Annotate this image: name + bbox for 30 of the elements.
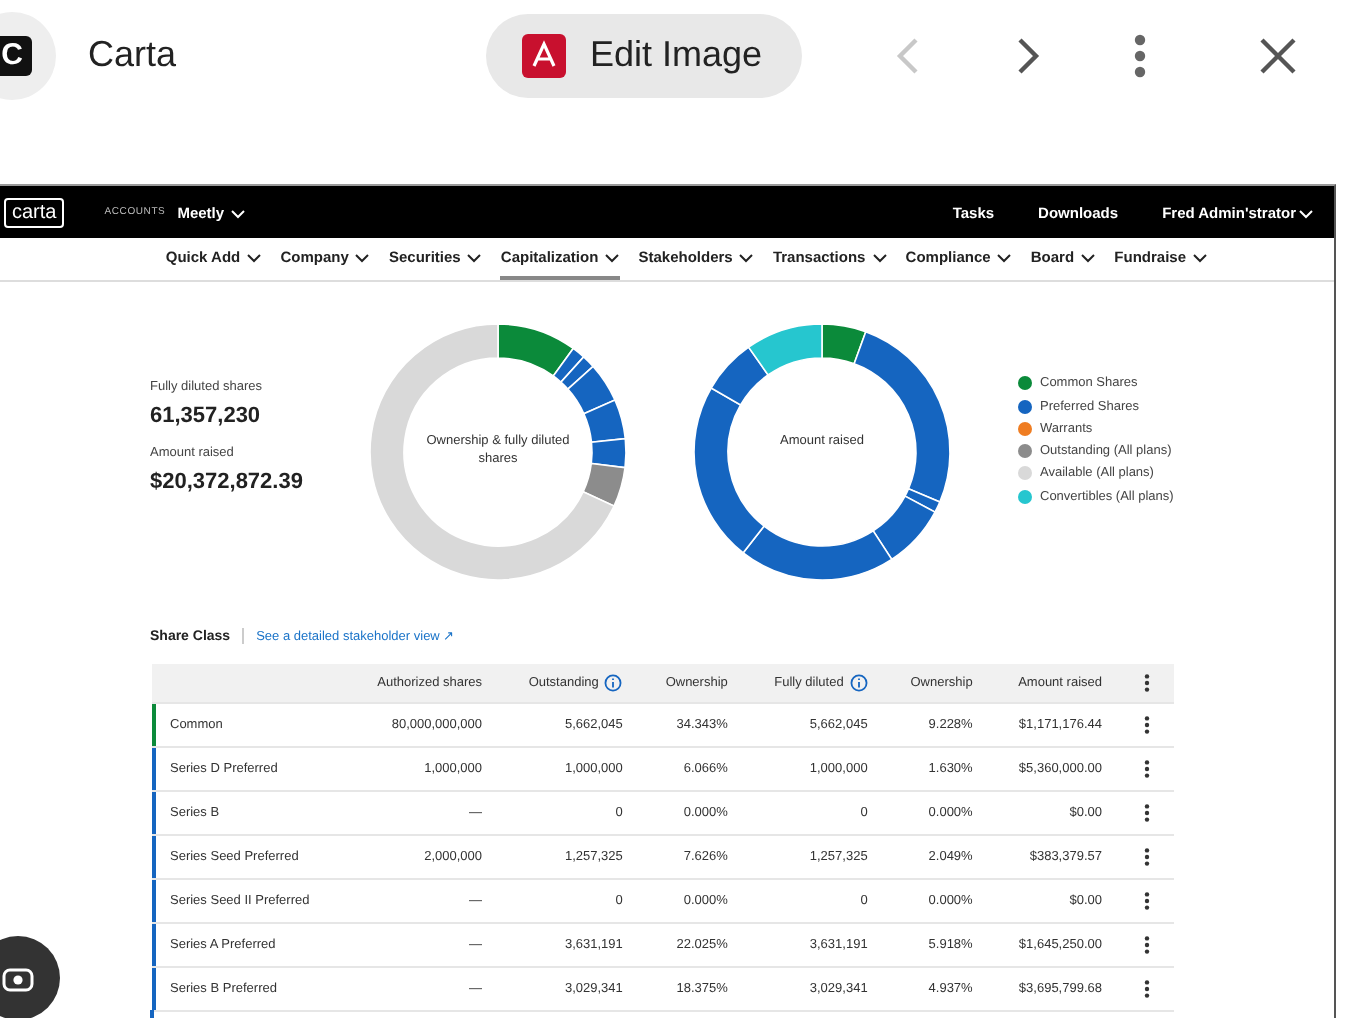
close-icon[interactable] [1258, 35, 1299, 75]
stat-value: $20,372,872.39 [150, 470, 305, 494]
chevron-icon [466, 252, 483, 265]
row-menu-icon[interactable] [1143, 892, 1149, 910]
more-icon[interactable] [1143, 674, 1149, 692]
chevron-icon [230, 207, 247, 220]
row-menu-icon[interactable] [1143, 936, 1149, 954]
chevron-icon [1192, 252, 1209, 265]
more-icon[interactable] [1134, 33, 1147, 77]
edit-image-button[interactable]: Edit Image [486, 13, 803, 97]
row-menu-icon[interactable] [1143, 760, 1149, 778]
app-logo[interactable]: carta [4, 197, 65, 227]
info-icon[interactable] [849, 674, 868, 692]
chevron-icon [354, 252, 371, 265]
info-icon[interactable] [604, 674, 623, 692]
row-menu-icon[interactable] [1143, 848, 1149, 866]
chevron-icon [1080, 252, 1097, 265]
chevron-icon [738, 252, 755, 265]
chevron-icon [996, 252, 1013, 265]
chevron-icon [246, 252, 263, 265]
row-menu-icon[interactable] [1143, 980, 1149, 998]
next-icon[interactable] [1014, 33, 1043, 77]
site-title: Carta [88, 34, 177, 76]
row-menu-icon[interactable] [1143, 716, 1149, 734]
chevron-icon [604, 252, 621, 265]
site-logo: C [0, 11, 56, 99]
row-menu-icon[interactable] [1143, 804, 1149, 822]
chevron-icon [871, 252, 888, 265]
stat-value: 61,357,230 [150, 404, 263, 428]
chevron-icon [1298, 207, 1314, 220]
